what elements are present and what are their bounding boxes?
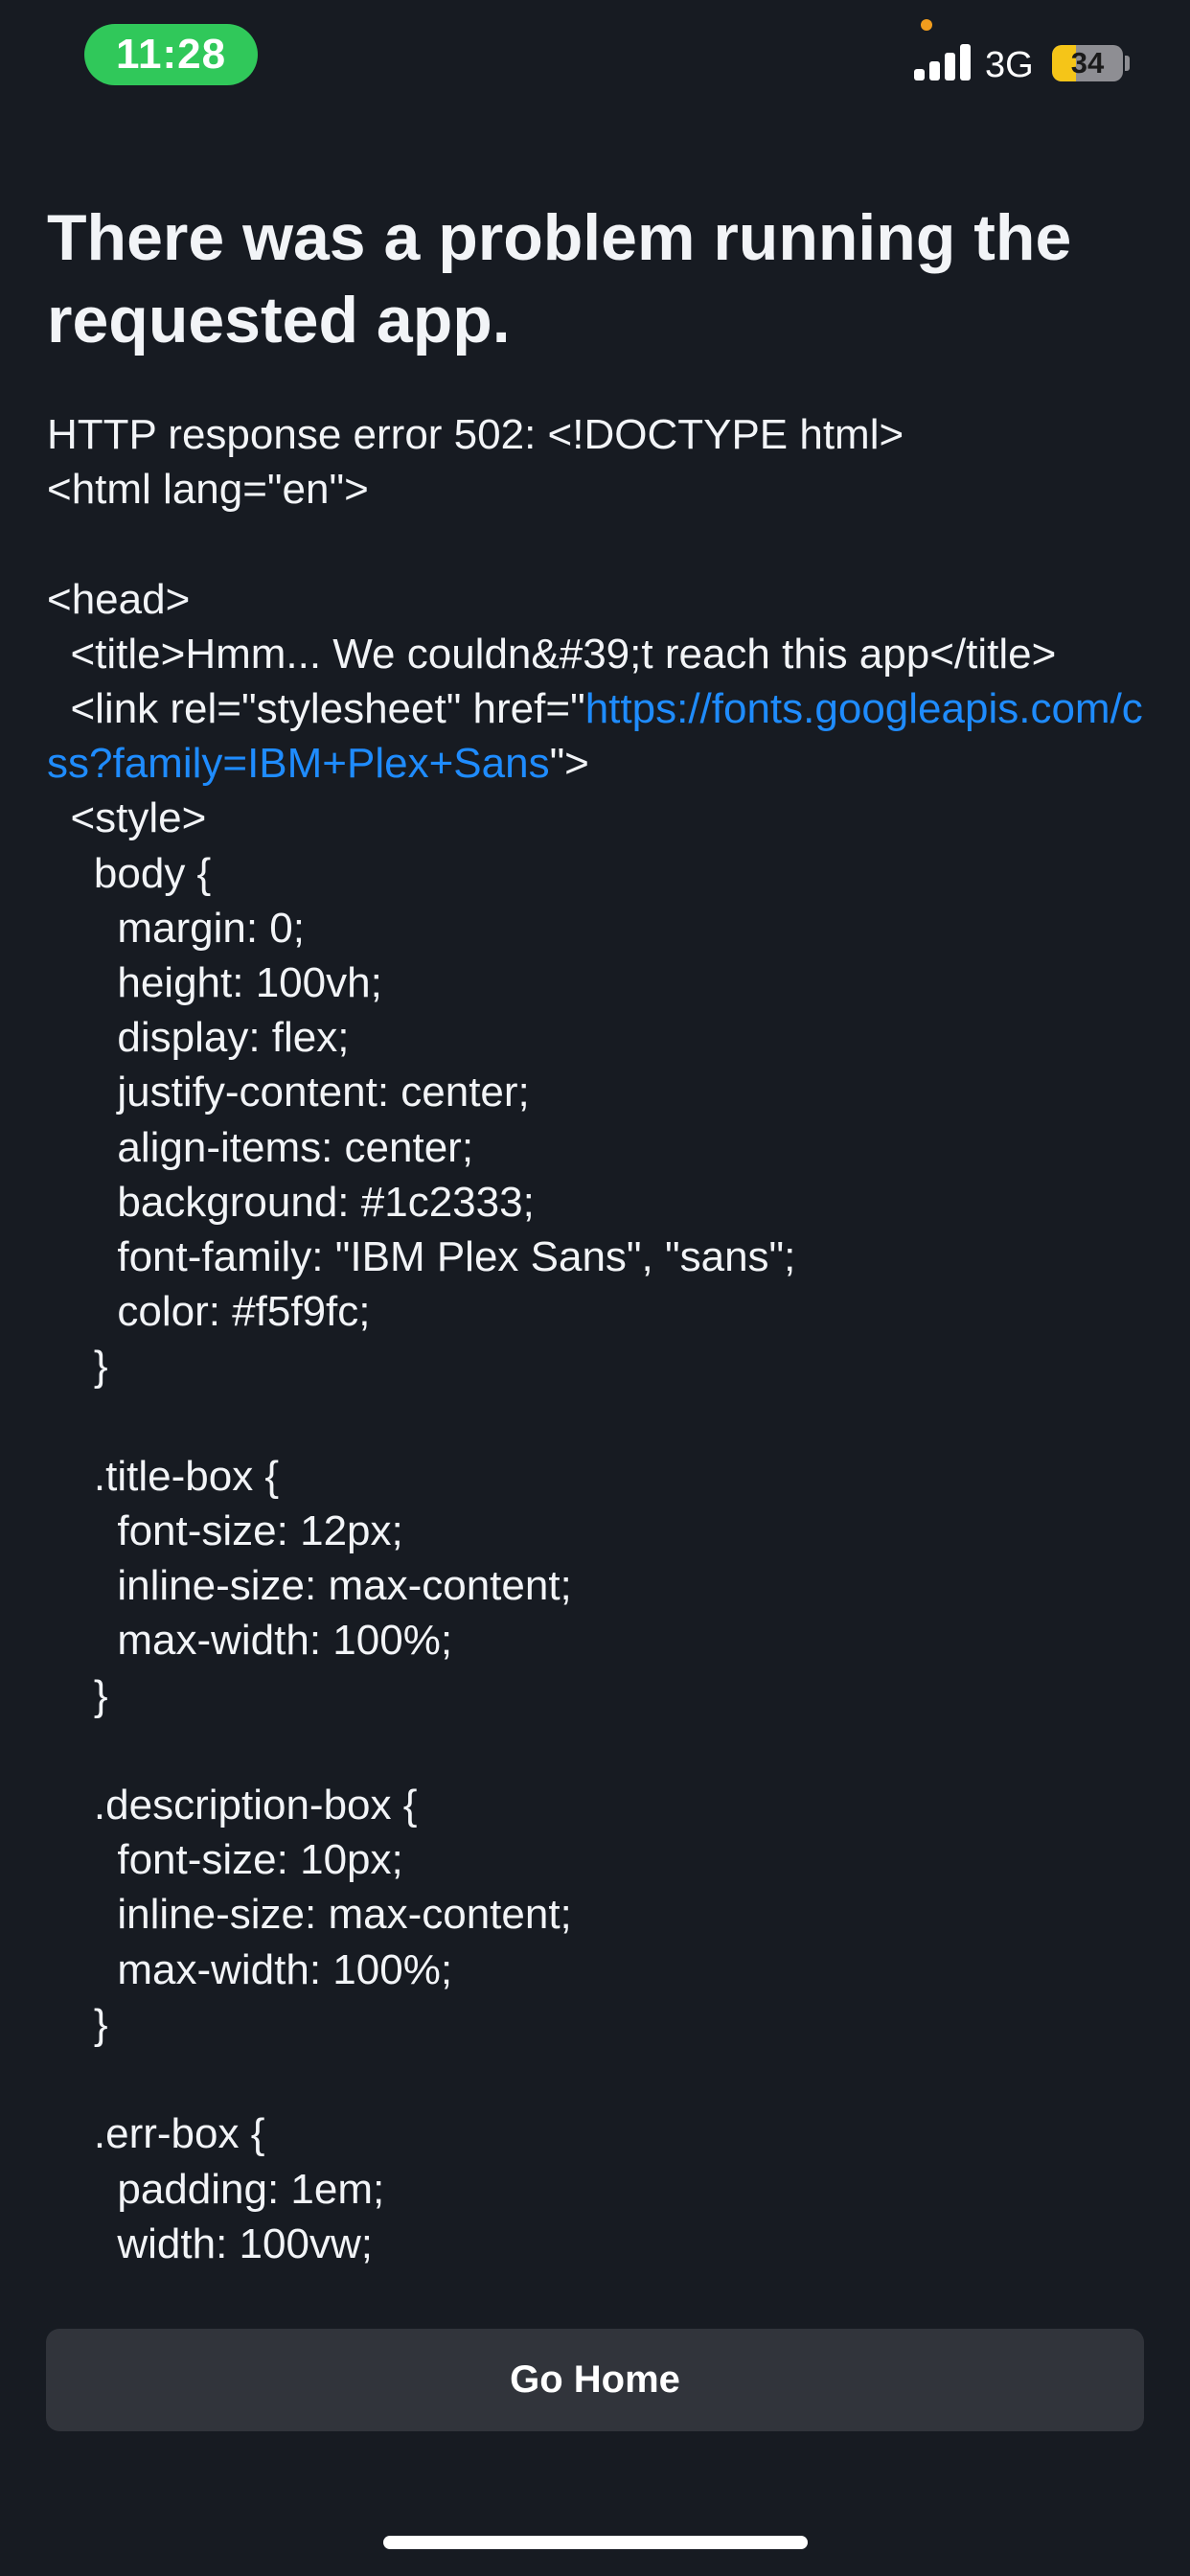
privacy-indicator-dot [921,19,932,31]
error-details-text: HTTP response error 502: <!DOCTYPE html>… [47,411,1057,733]
home-indicator-bar[interactable] [383,2536,808,2549]
battery-cap [1125,56,1130,71]
error-details-text-continued: "> <style> body { margin: 0; height: 100… [70,740,796,2431]
go-home-button[interactable]: Go Home [46,2329,1144,2431]
error-title: There was a problem running the requeste… [47,201,1072,356]
cellular-signal-icon [914,42,972,80]
status-bar: 11:28 3G 34 [0,0,1190,125]
error-details: HTTP response error 502: <!DOCTYPE html>… [47,407,1149,2516]
battery-icon: 34 [1052,45,1123,81]
status-time[interactable]: 11:28 [84,24,258,85]
battery-level-label: 34 [1070,46,1105,80]
network-type-label: 3G [985,45,1034,85]
